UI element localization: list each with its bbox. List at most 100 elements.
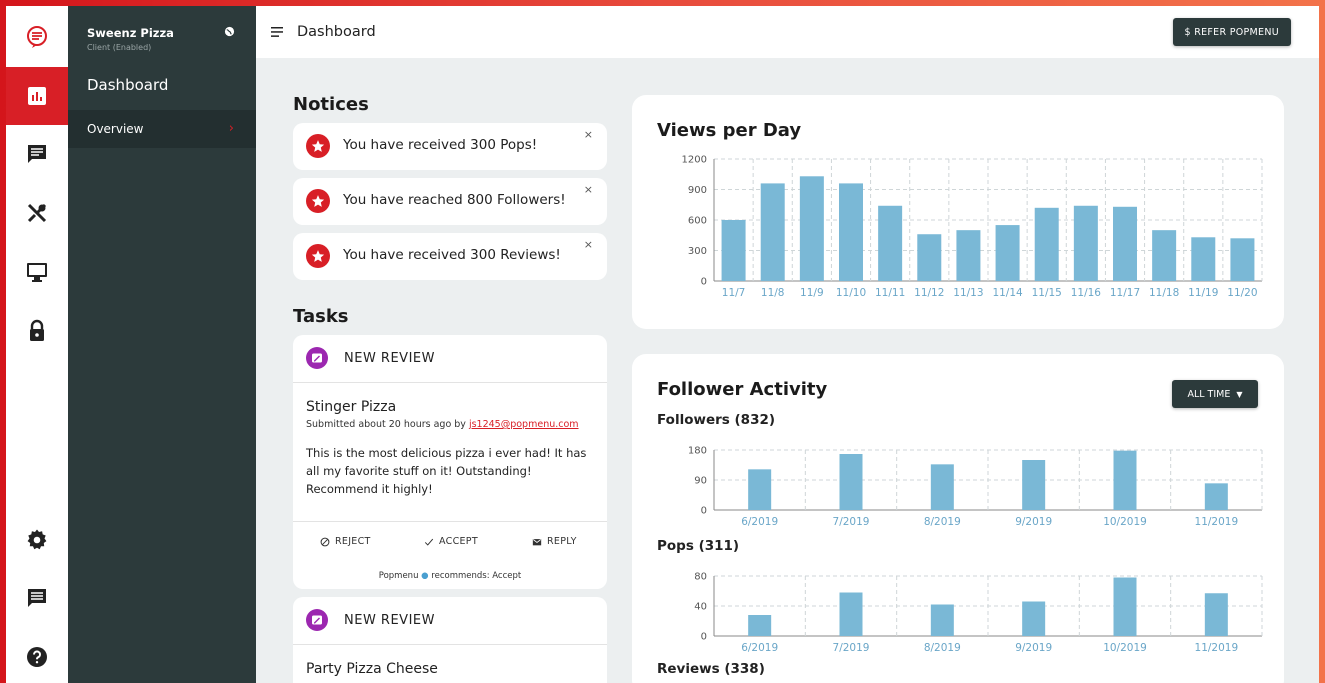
- task-actions: REJECT ACCEPT REPLY: [293, 521, 607, 561]
- monitor-icon[interactable]: [6, 243, 68, 301]
- y-tick-label: 40: [694, 602, 707, 613]
- bar: [930, 464, 954, 510]
- close-icon[interactable]: ×: [584, 128, 593, 141]
- bar: [956, 230, 981, 281]
- submitted-meta: Submitted about 20 hours ago by js1245@p…: [306, 419, 594, 430]
- y-tick-label: 1200: [682, 155, 707, 166]
- x-tick-label: 6/2019: [741, 642, 778, 654]
- x-tick-label: 9/2019: [1015, 642, 1052, 654]
- mail-icon: [532, 538, 542, 545]
- bar: [1191, 237, 1216, 281]
- chart-title: Follower Activity: [657, 379, 828, 400]
- y-tick-label: 300: [688, 246, 707, 257]
- sidebar-item-label: Overview: [87, 122, 144, 136]
- tasks-heading: Tasks: [293, 306, 349, 327]
- lock-icon[interactable]: [6, 302, 68, 360]
- bar: [1022, 460, 1046, 510]
- review-text: This is the most delicious pizza i ever …: [306, 446, 587, 496]
- app-frame: Sweenz Pizza Client (Enabled) Dashboard …: [6, 6, 1319, 683]
- x-tick-label: 11/17: [1110, 287, 1140, 299]
- client-status: Client (Enabled): [87, 43, 152, 52]
- bar: [1230, 238, 1255, 281]
- review-icon: [306, 609, 328, 631]
- bar: [995, 225, 1020, 281]
- notice-text: You have reached 800 Followers!: [343, 192, 566, 208]
- followers-title: Followers (832): [657, 412, 776, 428]
- bar: [878, 205, 903, 281]
- star-icon: [306, 244, 330, 268]
- views-per-day-chart: 0 300 600 900 1200 11/7 11/8 11/9 11/10 11/11 11/1…: [682, 155, 1263, 299]
- bar: [748, 615, 772, 636]
- reply-button[interactable]: REPLY: [532, 536, 577, 547]
- gear-icon[interactable]: [6, 511, 68, 569]
- x-tick-label: 11/10: [836, 287, 866, 299]
- pops-chart: 0 40 80 6/2019 7/2019 8/2019 9/2019 10/2019 11/2…: [694, 572, 1263, 654]
- top-bar: Dashboard: [256, 6, 1319, 58]
- y-tick-label: 90: [694, 476, 707, 487]
- y-tick-label: 600: [688, 216, 707, 227]
- close-icon[interactable]: ×: [584, 183, 593, 196]
- caret-down-icon: ▼: [1236, 389, 1243, 399]
- y-tick-label: 180: [688, 446, 707, 457]
- bar: [1113, 577, 1137, 636]
- reject-button[interactable]: REJECT: [320, 536, 371, 547]
- x-tick-label: 10/2019: [1103, 516, 1147, 528]
- bar: [760, 183, 785, 281]
- bar: [721, 220, 746, 281]
- time-range-dropdown[interactable]: ALL TIME ▼: [1172, 380, 1258, 408]
- review-icon: [306, 347, 328, 369]
- message-icon[interactable]: [6, 125, 68, 183]
- bar: [1022, 601, 1046, 636]
- bar: [748, 469, 772, 510]
- help-icon[interactable]: [6, 628, 68, 683]
- x-tick-label: 9/2019: [1015, 516, 1052, 528]
- check-icon: [424, 538, 434, 546]
- refer-popmenu-button[interactable]: $ REFER POPMENU: [1172, 18, 1291, 46]
- page-title: Dashboard: [297, 24, 376, 40]
- utensils-icon[interactable]: [6, 184, 68, 242]
- bar: [839, 183, 863, 281]
- bar: [1113, 206, 1137, 281]
- close-icon[interactable]: ×: [584, 238, 593, 251]
- x-tick-label: 10/2019: [1103, 642, 1147, 654]
- followers-chart: 0 90 180 6/2019 7/2019 8/2019 9/2019 10/2019 11/…: [688, 446, 1263, 528]
- x-tick-label: 11/2019: [1195, 516, 1239, 528]
- accept-button[interactable]: ACCEPT: [424, 536, 478, 547]
- reviews-title: Reviews (338): [657, 661, 765, 677]
- x-tick-label: 11/9: [800, 287, 824, 299]
- sidebar-item-overview[interactable]: Overview ›: [68, 110, 256, 148]
- time-range-label: ALL TIME: [1187, 388, 1231, 400]
- task-card: NEW REVIEW Stinger Pizza Submitted about…: [293, 335, 607, 589]
- chat-bubble-logo-icon[interactable]: [6, 8, 68, 66]
- notice-card: You have received 300 Pops! ×: [293, 123, 607, 170]
- bar: [839, 454, 863, 510]
- recommendation: Popmenu ● recommends: Accept: [293, 571, 607, 581]
- notice-text: You have received 300 Reviews!: [343, 247, 561, 263]
- y-tick-label: 0: [701, 277, 707, 288]
- chef-icon: ●: [421, 571, 429, 581]
- sidebar-item-dashboard[interactable]: Dashboard: [87, 76, 168, 94]
- submitter-email-link[interactable]: js1245@popmenu.com: [469, 419, 579, 430]
- bar: [1073, 205, 1098, 281]
- y-tick-label: 80: [694, 572, 707, 583]
- bar-chart-icon[interactable]: [6, 67, 68, 125]
- menu-icon[interactable]: [270, 25, 284, 39]
- task-header: NEW REVIEW: [293, 597, 607, 645]
- bar: [1113, 450, 1137, 510]
- task-type: NEW REVIEW: [344, 351, 435, 366]
- x-tick-label: 11/8: [761, 287, 785, 299]
- x-tick-label: 8/2019: [924, 642, 961, 654]
- secondary-sidebar: Sweenz Pizza Client (Enabled) Dashboard …: [68, 6, 256, 683]
- feedback-icon[interactable]: [6, 569, 68, 627]
- x-tick-label: 11/12: [914, 287, 944, 299]
- task-body: Party Pizza Cheese: [293, 645, 607, 677]
- notice-text: You have received 300 Pops!: [343, 137, 538, 153]
- bar: [1204, 483, 1228, 510]
- globe-icon[interactable]: [224, 26, 235, 37]
- x-tick-label: 11/7: [722, 287, 746, 299]
- bar: [1152, 230, 1177, 281]
- follower-activity-card: Follower Activity ALL TIME ▼ Followers (…: [632, 354, 1284, 683]
- restaurant-name: Party Pizza Cheese: [306, 661, 438, 677]
- task-body: Stinger Pizza Submitted about 20 hours a…: [293, 383, 607, 498]
- star-icon: [306, 189, 330, 213]
